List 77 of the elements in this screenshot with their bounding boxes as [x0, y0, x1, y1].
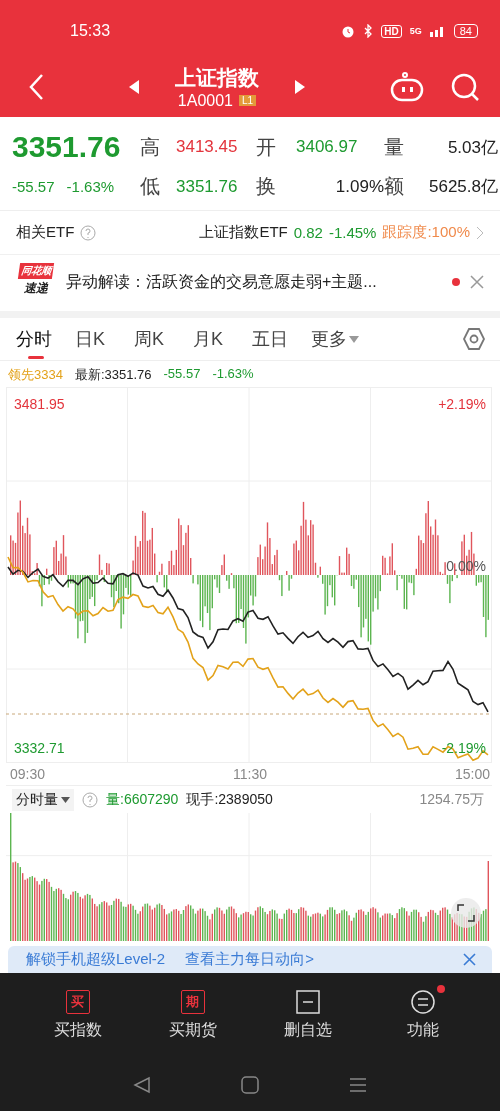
- settings-icon[interactable]: [462, 327, 486, 351]
- close-icon[interactable]: [470, 275, 484, 289]
- next-icon[interactable]: [295, 79, 305, 94]
- close-icon[interactable]: [463, 953, 476, 966]
- etf-name[interactable]: 上证指数ETF: [199, 223, 288, 242]
- leader-value: 领先3334: [8, 366, 63, 382]
- stat-value: 5625.8亿: [428, 176, 498, 198]
- stat-label: 量: [384, 134, 405, 160]
- chart-tab[interactable]: 周K: [134, 319, 193, 359]
- etf-change: -1.45%: [328, 224, 377, 241]
- max-volume: 1254.75万: [419, 791, 484, 809]
- toolbar-button[interactable]: 功能: [382, 988, 463, 1042]
- stat-value: 1.09%: [334, 176, 384, 197]
- chart-tab[interactable]: 更多: [311, 319, 370, 359]
- price-change-percent: -1.63%: [212, 366, 254, 382]
- current-volume: 现手:2389050: [186, 791, 273, 809]
- current-price: 3351.76: [12, 129, 121, 165]
- caret-icon: [61, 797, 70, 803]
- time-label: 09:30: [10, 766, 46, 782]
- promo-text: 解锁手机超级Level-2: [26, 950, 166, 969]
- robot-icon[interactable]: [390, 71, 424, 102]
- axis-label: +2.19%: [438, 396, 486, 412]
- latest-price: 最新:3351.76: [74, 366, 152, 382]
- promo-banner[interactable]: 解锁手机超级Level-2 查看主力每日动向>: [8, 946, 492, 973]
- stat-value: 3351.76: [176, 176, 239, 197]
- signal-icon: [429, 25, 446, 37]
- stat-label: 高: [140, 134, 161, 160]
- index-title: 上证指数: [175, 64, 259, 91]
- time-label: 15:00: [454, 766, 490, 782]
- bluetooth-icon: [363, 24, 374, 38]
- buy-icon: 买: [65, 989, 90, 1014]
- previous-icon[interactable]: [129, 79, 139, 94]
- toolbar-button[interactable]: 删自选: [267, 988, 348, 1042]
- price-change: -55.57: [12, 178, 55, 195]
- axis-label: 3332.71: [14, 740, 65, 756]
- menu-icon: [410, 989, 435, 1014]
- menu-nav-icon[interactable]: [349, 1076, 367, 1094]
- back-nav-icon[interactable]: [133, 1076, 151, 1094]
- minus-square-icon: [295, 989, 320, 1014]
- toolbar-button[interactable]: 期 买期货: [152, 988, 233, 1042]
- hd-badge: HD: [381, 24, 402, 38]
- chart-tab[interactable]: 月K: [193, 319, 252, 359]
- etf-label: 相关ETF: [16, 223, 75, 242]
- alarm-icon: [341, 24, 356, 38]
- status-time: 15:33: [70, 22, 112, 40]
- home-nav-icon[interactable]: [241, 1076, 259, 1094]
- chart-tab[interactable]: 五日: [252, 319, 311, 359]
- time-label: 11:30: [233, 766, 267, 782]
- battery-level: 84: [453, 24, 478, 38]
- fullscreen-icon[interactable]: [451, 898, 481, 928]
- level-badge: L1: [239, 95, 257, 106]
- axis-label: -2.19%: [441, 740, 486, 756]
- axis-label: 3481.95: [14, 396, 65, 412]
- stat-value: 3406.97: [296, 137, 359, 157]
- stat-label: 换: [256, 174, 277, 199]
- search-icon[interactable]: [450, 71, 480, 102]
- etf-price: 0.82: [293, 224, 323, 241]
- index-code: 1A0001: [177, 91, 233, 110]
- news-headline[interactable]: 异动解读：活跃资金的交易意愿走弱+主题...: [66, 271, 442, 293]
- toolbar-button[interactable]: 买 买指数: [37, 988, 118, 1042]
- stat-value: 5.03亿: [446, 136, 498, 159]
- chart-tab[interactable]: 分时: [16, 319, 75, 359]
- total-volume: 量:6607290: [106, 791, 179, 809]
- price-change: -55.57: [163, 366, 201, 382]
- price-change-percent: -1.63%: [66, 178, 115, 195]
- volume-selector[interactable]: 分时量: [12, 789, 74, 811]
- stat-label: 低: [140, 174, 161, 199]
- stat-label: 额: [384, 174, 405, 199]
- network-label: 5G: [409, 26, 422, 36]
- back-icon[interactable]: [28, 72, 44, 101]
- tracking-label: 跟踪度:100%: [382, 223, 470, 242]
- promo-link[interactable]: 查看主力每日动向>: [185, 950, 314, 969]
- buy-icon: 期: [180, 989, 205, 1014]
- stat-value: 3413.45: [176, 137, 239, 157]
- chart-tab[interactable]: 日K: [75, 319, 134, 359]
- stat-label: 开: [256, 134, 277, 160]
- news-logo: 同花顺 速递: [16, 263, 56, 301]
